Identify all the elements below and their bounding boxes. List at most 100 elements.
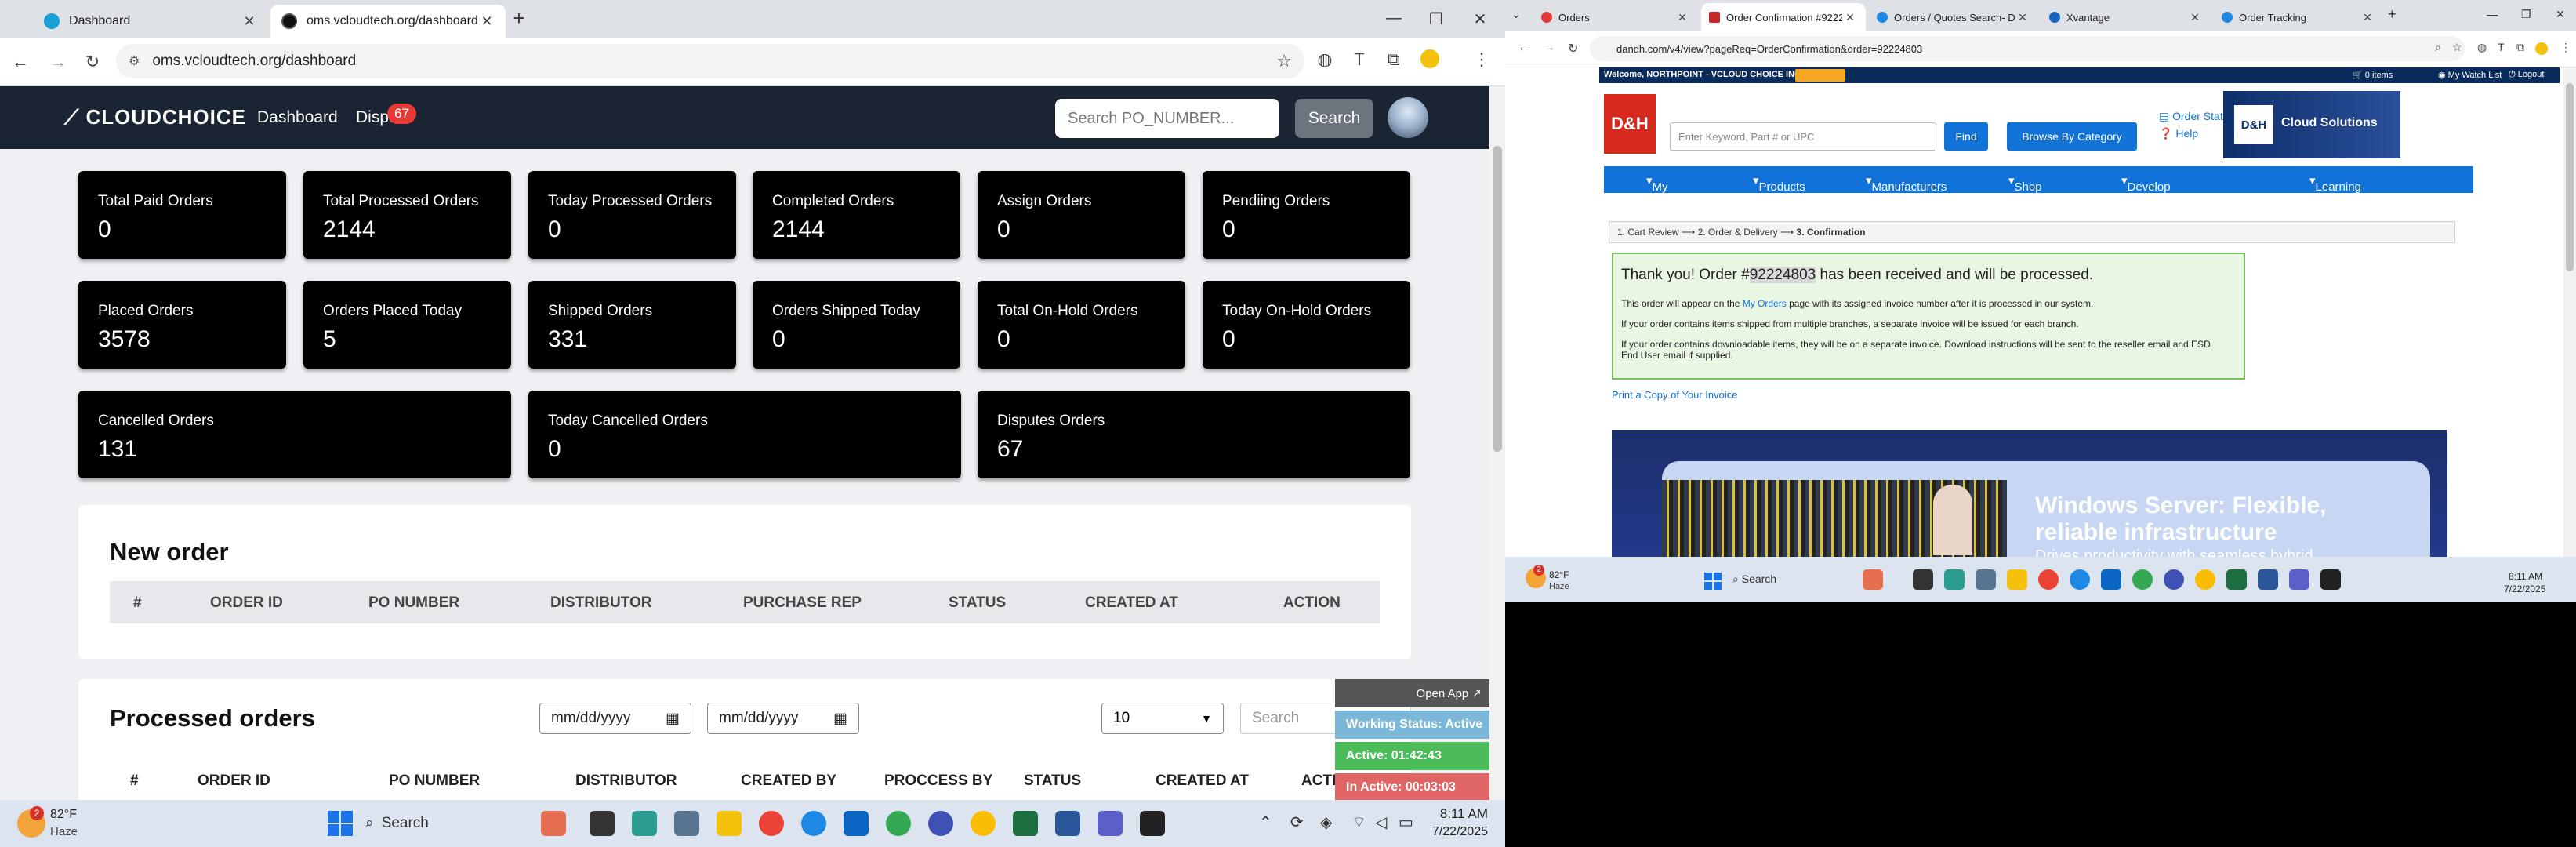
my-orders-link[interactable]: My Orders xyxy=(1743,298,1787,309)
file-explorer-icon[interactable] xyxy=(717,811,742,836)
windows-start-icon[interactable] xyxy=(328,811,353,836)
windows-start-icon[interactable] xyxy=(1704,573,1722,590)
profile-icon[interactable] xyxy=(1419,49,1441,73)
windows-server-banner[interactable]: Windows Server: Flexible, reliable infra… xyxy=(1612,430,2447,557)
close-icon[interactable]: ✕ xyxy=(1674,11,1690,24)
cart-link[interactable]: 🛒 0 items xyxy=(2352,70,2393,80)
stat-card-placed-today[interactable]: Orders Placed Today 5 xyxy=(303,281,511,369)
tray-chevron-icon[interactable]: ⌃ xyxy=(1259,812,1272,832)
file-explorer-icon[interactable] xyxy=(2007,569,2027,590)
url-field[interactable]: ⚙ oms.vcloudtech.org/dashboard ☆ xyxy=(116,44,1304,78)
zoom-icon[interactable] xyxy=(2164,569,2184,590)
window-close-icon[interactable]: ✕ xyxy=(2556,8,2565,21)
page-scrollbar[interactable] xyxy=(1489,86,1505,800)
stat-card-assign[interactable]: Assign Orders 0 xyxy=(978,171,1185,259)
app-alt-icon[interactable] xyxy=(1055,811,1080,836)
minimize-icon[interactable]: — xyxy=(1384,9,1403,27)
stat-card-shipped[interactable]: Shipped Orders 331 xyxy=(528,281,736,369)
tab-orders-quotes[interactable]: Orders / Quotes Search- D& ✕ xyxy=(1869,3,2038,31)
po-search-input[interactable] xyxy=(1055,99,1279,138)
tab-dashboard[interactable]: Dashboard ✕ xyxy=(33,5,268,38)
puzzle-icon[interactable]: ⧉ xyxy=(2516,41,2524,54)
back-icon[interactable]: ← xyxy=(1518,41,1530,55)
outlook-icon[interactable] xyxy=(2101,569,2121,590)
battery-icon[interactable]: ▭ xyxy=(1399,812,1413,832)
edge-icon[interactable] xyxy=(801,811,826,836)
stat-card-pending[interactable]: Pendiing Orders 0 xyxy=(1203,171,1410,259)
zoom-icon[interactable]: ⌕ xyxy=(2435,41,2441,54)
bing-icon[interactable] xyxy=(541,811,566,836)
extension-icon[interactable]: ◍ xyxy=(1314,49,1336,70)
back-icon[interactable]: ← xyxy=(9,52,31,72)
search-button[interactable]: Search xyxy=(1295,99,1373,138)
restore-icon[interactable]: ❐ xyxy=(1427,9,1446,29)
menu-products[interactable]: ▾ Products xyxy=(1753,173,1805,194)
find-button[interactable]: Find xyxy=(1944,122,1988,151)
tab-order-tracking[interactable]: Order Tracking ✕ xyxy=(2214,3,2383,31)
stat-card-total-on-hold[interactable]: Total On-Hold Orders 0 xyxy=(978,281,1185,369)
task-view-icon[interactable] xyxy=(590,811,615,836)
cloud-solutions-banner[interactable]: D&H Cloud Solutions xyxy=(2223,91,2400,158)
menu-dots-icon[interactable]: ⋮ xyxy=(1471,49,1493,70)
new-tab-button[interactable]: + xyxy=(510,6,528,31)
puzzle-icon[interactable]: ⧉ xyxy=(1383,49,1405,70)
reload-icon[interactable]: ↻ xyxy=(1568,41,1578,56)
stat-card-total-processed[interactable]: Total Processed Orders 2144 xyxy=(303,171,511,259)
extension-icon[interactable]: ◍ xyxy=(2477,41,2487,54)
stat-card-today-processed[interactable]: Today Processed Orders 0 xyxy=(528,171,736,259)
print-invoice-link[interactable]: Print a Copy of Your Invoice xyxy=(1612,389,1737,401)
task-view-icon[interactable] xyxy=(1913,569,1933,590)
stat-card-shipped-today[interactable]: Orders Shipped Today 0 xyxy=(753,281,960,369)
dh-logo[interactable]: D&H xyxy=(1604,94,1656,154)
notification-icons[interactable] xyxy=(1795,69,1845,82)
clock-time[interactable]: 8:11 AM xyxy=(2509,571,2542,582)
close-icon[interactable]: ✕ xyxy=(1842,11,1858,24)
logout-link[interactable]: ⏻ Logout xyxy=(2509,70,2544,80)
dh-search-input[interactable]: Enter Keyword, Part # or UPC xyxy=(1670,122,1936,151)
stat-card-placed[interactable]: Placed Orders 3578 xyxy=(78,281,286,369)
avatar[interactable] xyxy=(1388,97,1428,138)
teams-icon[interactable] xyxy=(2289,569,2309,590)
excel-icon[interactable] xyxy=(2226,569,2247,590)
menu-dots-icon[interactable]: ⋮ xyxy=(2560,41,2571,54)
sticky-icon[interactable] xyxy=(2320,569,2341,590)
outlook-icon[interactable] xyxy=(844,811,869,836)
reload-icon[interactable]: ↻ xyxy=(82,52,103,72)
chrome-alt-icon[interactable] xyxy=(971,811,996,836)
teams-icon[interactable] xyxy=(1098,811,1123,836)
tab-orders[interactable]: Orders ✕ xyxy=(1533,3,1698,31)
zoom-icon[interactable] xyxy=(928,811,953,836)
tab-order-confirmation[interactable]: Order Confirmation #92224 ✕ xyxy=(1701,3,1866,31)
menu-develop-business[interactable]: ▾ Develop Your Business xyxy=(2121,173,2175,220)
stat-card-cancelled[interactable]: Cancelled Orders 131 xyxy=(78,391,511,478)
app-alt-icon[interactable] xyxy=(2258,569,2278,590)
date-to-input[interactable]: mm/dd/yyyy ▦ xyxy=(707,703,859,734)
forward-icon[interactable]: → xyxy=(47,52,69,72)
clock-date[interactable]: 7/22/2025 xyxy=(1414,825,1488,839)
tab-xvantage[interactable]: Xvantage ✕ xyxy=(2041,3,2211,31)
nav-dashboard[interactable]: Dashboard xyxy=(257,108,338,127)
reader-icon[interactable]: T xyxy=(2498,41,2505,53)
profile-icon[interactable] xyxy=(2535,42,2548,55)
menu-shop-by[interactable]: ▾ Shop By... xyxy=(2008,173,2042,207)
calendar-icon[interactable]: ▦ xyxy=(833,710,847,728)
order-number[interactable]: 92224803 xyxy=(1749,267,1816,283)
calculator-icon[interactable] xyxy=(674,811,699,836)
bookmark-star-icon[interactable]: ☆ xyxy=(2452,41,2462,54)
taskbar-search[interactable]: ⌕ Search xyxy=(1732,573,1776,586)
date-from-input[interactable]: mm/dd/yyyy ▦ xyxy=(539,703,691,734)
bing-icon[interactable] xyxy=(1863,569,1883,590)
browse-category-button[interactable]: Browse By Category xyxy=(2007,122,2137,151)
tab-search-icon[interactable]: ⌄ xyxy=(1511,8,1521,21)
minimize-icon[interactable]: — xyxy=(2487,8,2498,20)
site-info-icon[interactable]: ⚙ xyxy=(129,53,140,69)
bookmark-star-icon[interactable]: ☆ xyxy=(1276,51,1292,71)
close-icon[interactable]: ✕ xyxy=(241,13,257,30)
menu-manufacturers[interactable]: ▾ Manufacturers xyxy=(1866,173,1947,194)
tray-sync-icon[interactable]: ⟳ xyxy=(1290,812,1304,832)
right-page-scrollbar[interactable] xyxy=(2563,67,2576,557)
open-app-button[interactable]: Open App ↗ xyxy=(1335,679,1489,707)
watch-list-link[interactable]: ◉ My Watch List xyxy=(2438,70,2502,80)
close-icon[interactable]: ✕ xyxy=(2187,11,2203,24)
chrome-icon[interactable] xyxy=(759,811,784,836)
